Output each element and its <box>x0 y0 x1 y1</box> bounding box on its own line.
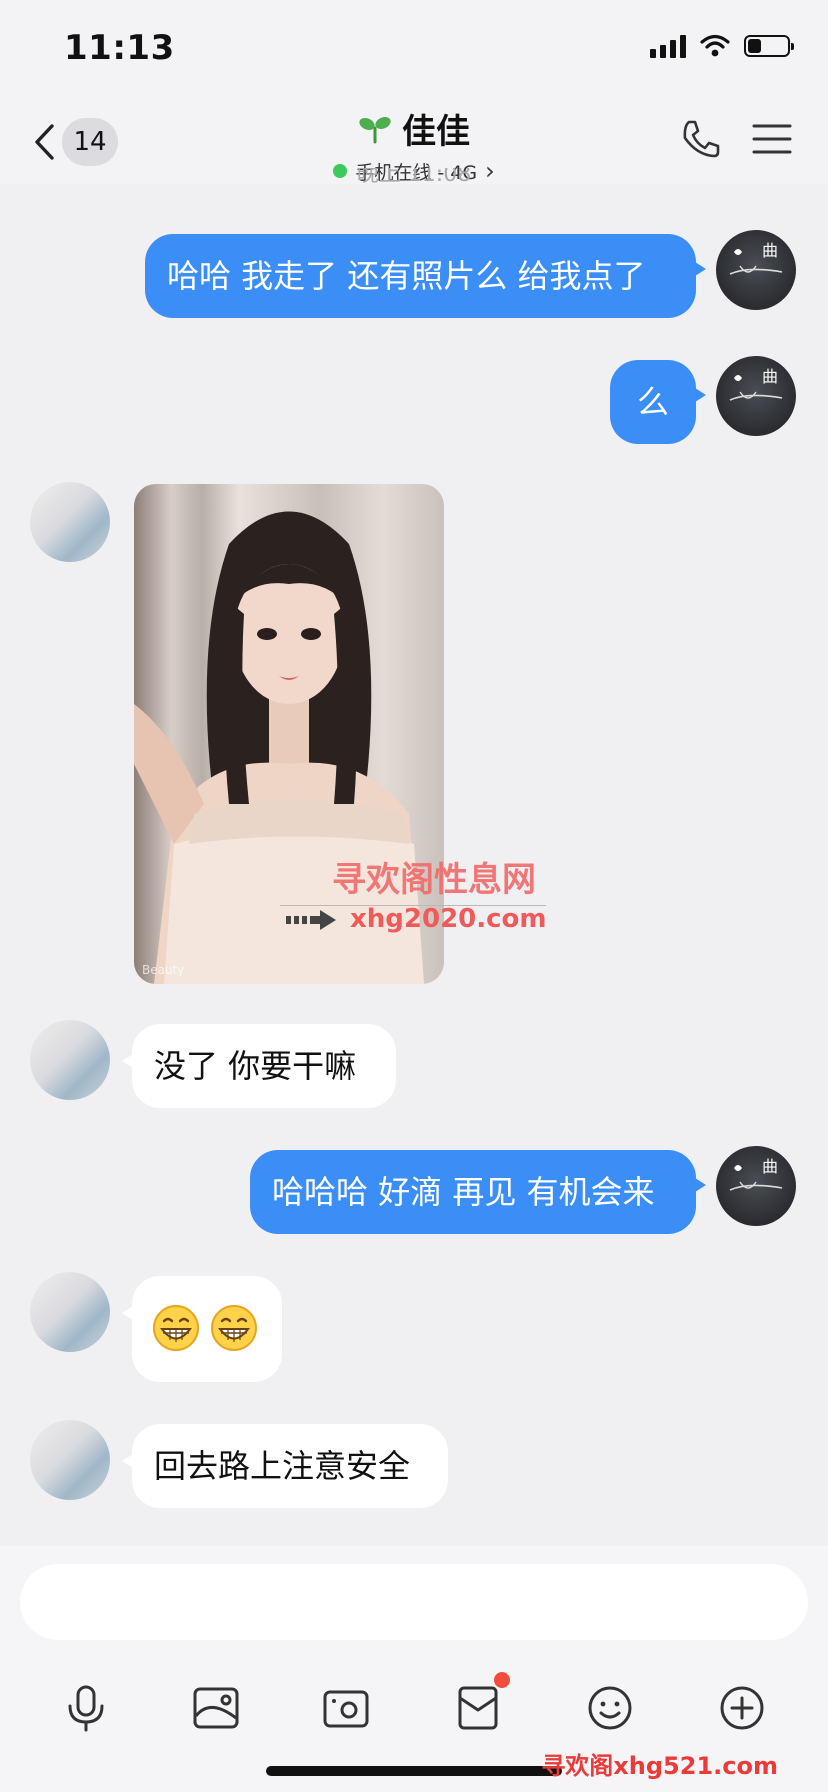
emoji-icon <box>588 1686 632 1730</box>
message-input[interactable] <box>20 1564 808 1640</box>
sprout-icon <box>359 116 391 143</box>
unread-count-badge: 14 <box>62 118 118 166</box>
grin-face-icon <box>153 1305 199 1351</box>
call-button[interactable] <box>680 118 722 164</box>
red-packet-button[interactable] <box>446 1672 510 1740</box>
microphone-icon <box>68 1685 104 1732</box>
svg-text:曲: 曲 <box>762 367 778 386</box>
watermark-url: xhg2020.com <box>350 904 547 934</box>
wifi-icon <box>700 34 730 57</box>
svg-text:曲: 曲 <box>762 1157 778 1176</box>
avatar-image: 曲 <box>729 241 783 275</box>
chevron-left-icon <box>35 124 54 160</box>
battery-icon <box>744 35 794 57</box>
battery-level <box>748 39 761 53</box>
avatar-image: 曲 <box>729 367 783 401</box>
contact-avatar[interactable] <box>30 1020 110 1100</box>
camera-icon <box>323 1690 369 1728</box>
contact-avatar[interactable] <box>30 482 110 562</box>
svg-text:曲: 曲 <box>762 241 778 260</box>
image-icon <box>193 1687 239 1729</box>
avatar-image: 曲 <box>729 1157 783 1191</box>
notification-dot <box>494 1672 510 1688</box>
cellular-signal-icon <box>650 34 686 58</box>
message-bubble-outgoing[interactable]: 么 <box>610 360 706 444</box>
gallery-button[interactable] <box>184 1676 248 1740</box>
emoji-button[interactable] <box>578 1676 642 1740</box>
status-bar: 11:13 <box>0 0 828 100</box>
watermark-title: 寻欢阁性息网 <box>332 860 536 900</box>
message-bubble-outgoing[interactable]: 哈哈 我走了 还有照片么 给我点了 <box>145 234 706 318</box>
self-avatar[interactable]: 曲 <box>716 356 796 436</box>
arrow-right-icon <box>286 910 336 930</box>
plus-icon <box>720 1686 764 1730</box>
photo-caption: Beauty <box>142 963 184 977</box>
more-options-button[interactable] <box>710 1676 774 1740</box>
camera-button[interactable] <box>314 1676 378 1740</box>
self-avatar[interactable]: 曲 <box>716 230 796 310</box>
more-menu-button[interactable] <box>752 122 792 160</box>
grin-face-icon <box>211 1305 257 1351</box>
phone-icon <box>683 120 720 158</box>
message-bubble-outgoing[interactable]: 哈哈哈 好滴 再见 有机会来 <box>250 1150 706 1234</box>
voice-button[interactable] <box>54 1676 118 1740</box>
emoji-message[interactable] <box>122 1276 282 1382</box>
time-divider: 晚上 11:08 <box>356 168 472 186</box>
self-avatar[interactable]: 曲 <box>716 1146 796 1226</box>
contact-name: 佳佳 <box>402 112 470 152</box>
message-bubble-incoming[interactable]: 没了 你要干嘛 <box>122 1024 396 1108</box>
red-packet-icon <box>458 1686 498 1730</box>
message-bubble-incoming[interactable]: 回去路上注意安全 <box>122 1424 448 1508</box>
home-indicator[interactable] <box>266 1766 562 1776</box>
hamburger-menu-icon <box>752 124 792 154</box>
contact-avatar[interactable] <box>30 1420 110 1500</box>
footer-watermark: 寻欢阁xhg521.com <box>541 1752 778 1780</box>
back-button[interactable]: 14 <box>32 114 118 170</box>
status-icons <box>650 34 794 58</box>
contact-avatar[interactable] <box>30 1272 110 1352</box>
status-time: 11:13 <box>64 28 175 68</box>
